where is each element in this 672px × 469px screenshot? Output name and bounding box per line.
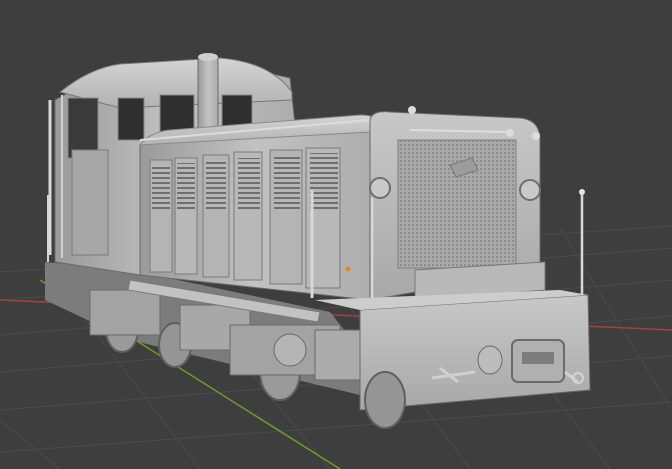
radiator-grille	[397, 139, 517, 269]
cab-window-1	[117, 97, 145, 141]
viewport-canvas[interactable]	[0, 0, 672, 469]
running-gear	[89, 289, 406, 429]
cab-door	[71, 149, 109, 256]
front-lamp-right-top	[579, 189, 585, 195]
roof-lamp-3	[532, 132, 540, 140]
origin-marker[interactable]	[345, 266, 351, 272]
roof-lamp-1	[408, 106, 416, 114]
cab-window-side	[67, 97, 99, 159]
buffer-left	[477, 345, 503, 375]
locomotive-model[interactable]	[45, 53, 591, 429]
roof-lamp-2	[506, 129, 514, 137]
headlight-left	[369, 177, 391, 199]
exhaust-stack-top	[198, 53, 218, 61]
3d-viewport[interactable]	[0, 0, 672, 469]
coupler-slot	[522, 352, 554, 364]
headlight-right	[519, 179, 541, 201]
